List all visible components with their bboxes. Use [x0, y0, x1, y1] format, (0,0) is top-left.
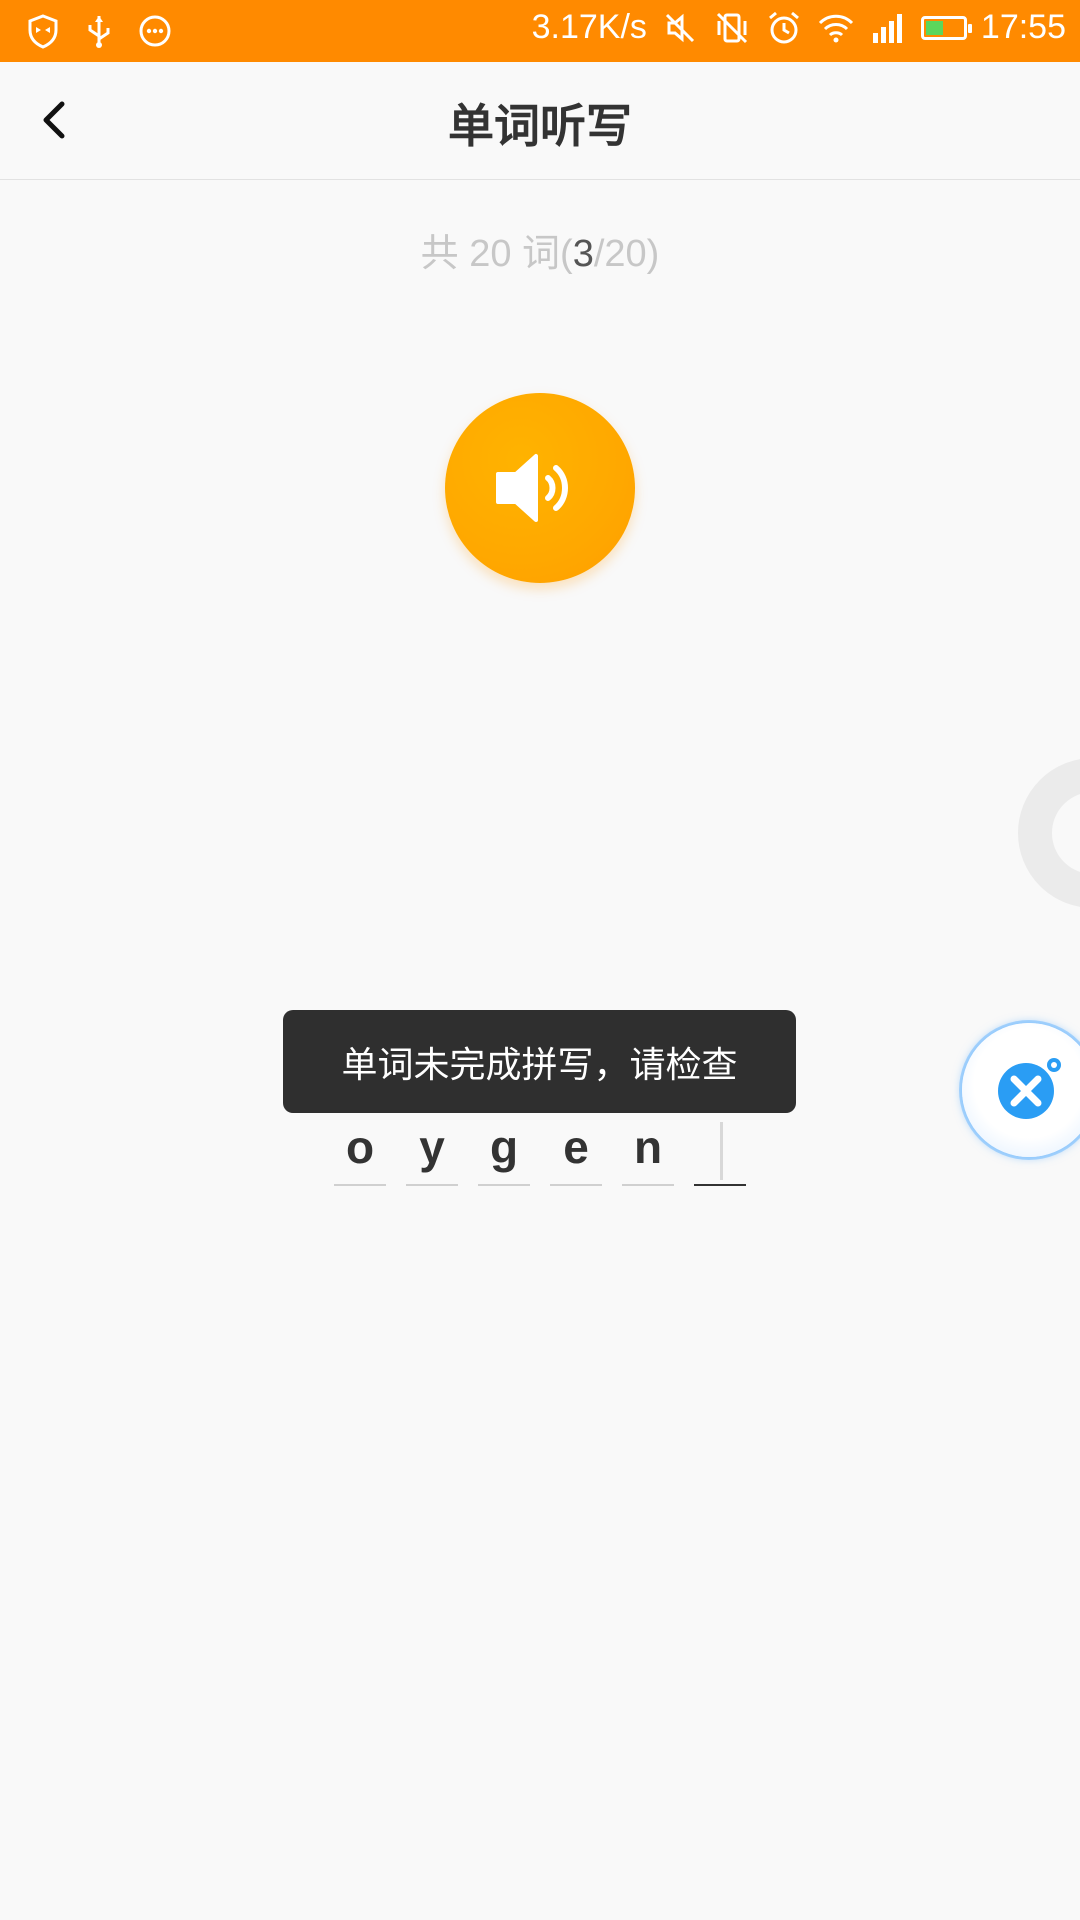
- side-ring-decoration: [1018, 758, 1080, 908]
- usb-icon: [88, 16, 110, 48]
- letter-slot[interactable]: n: [622, 1118, 674, 1186]
- mute-icon: [665, 13, 694, 42]
- letter-slot[interactable]: o: [334, 1118, 386, 1186]
- screen: 3.17K/s 17:55 单词听写 共 20 词(3/20) 单词未完成拼写，…: [0, 0, 1080, 1920]
- page-title: 单词听写: [448, 99, 632, 153]
- alarm-icon: [768, 11, 799, 43]
- signal-icon: [872, 13, 902, 43]
- letter-slot[interactable]: [694, 1118, 746, 1186]
- text-cursor: [720, 1122, 723, 1180]
- spelling-slots: oygen: [334, 1118, 746, 1186]
- battery-icon: [920, 15, 972, 40]
- header: 单词听写: [0, 62, 1080, 180]
- progress-prefix: 共 20 词(: [420, 233, 573, 275]
- progress-current: 3: [572, 233, 594, 275]
- shield-icon: [28, 14, 58, 49]
- speaker-icon: [496, 454, 568, 522]
- vibrate-off-icon: [716, 12, 747, 43]
- floating-assist-button[interactable]: [962, 1023, 1080, 1157]
- play-audio-button[interactable]: [445, 393, 635, 583]
- letter-slot[interactable]: e: [550, 1118, 602, 1186]
- wifi-icon: [818, 14, 853, 42]
- toast-message: 单词未完成拼写，请检查: [283, 1010, 796, 1113]
- letter-slot[interactable]: y: [406, 1118, 458, 1186]
- clock: 17:55: [980, 8, 1066, 46]
- status-left-icons: [24, 12, 174, 50]
- status-bar: 3.17K/s 17:55: [0, 0, 1080, 62]
- progress-suffix: /20): [593, 233, 660, 275]
- battery-level: [925, 20, 943, 35]
- letter-slot[interactable]: g: [478, 1118, 530, 1186]
- progress-counter: 共 20 词(3/20): [0, 222, 1080, 277]
- status-right-area: 3.17K/s 17:55: [532, 8, 1066, 47]
- tool-icon: [998, 1058, 1061, 1119]
- more-icon: [139, 15, 171, 47]
- net-speed: 3.17K/s: [531, 8, 647, 46]
